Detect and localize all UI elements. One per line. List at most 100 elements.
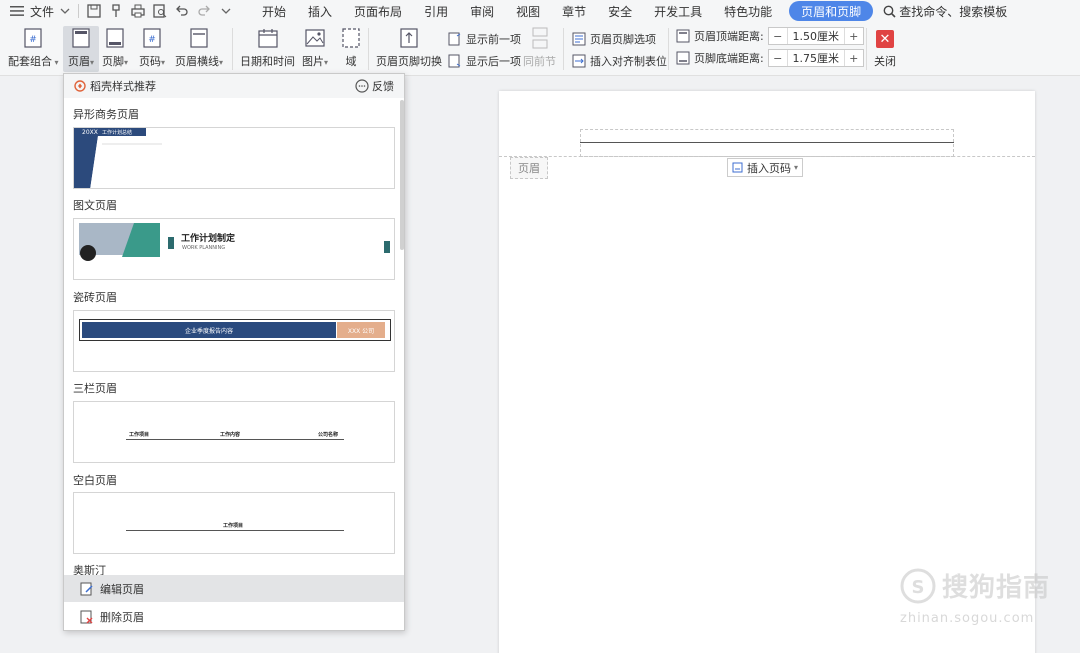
header-footer-options-button[interactable]: 页眉页脚选项 bbox=[572, 31, 656, 47]
show-previous-label: 显示前一项 bbox=[466, 33, 521, 46]
format-painter-icon[interactable] bbox=[108, 3, 124, 19]
field-icon bbox=[340, 26, 362, 50]
print-preview-icon[interactable] bbox=[152, 3, 168, 19]
header-line-icon bbox=[188, 26, 210, 50]
header-distance-icon bbox=[676, 29, 690, 43]
increase-button[interactable]: + bbox=[845, 28, 863, 44]
tab-home[interactable]: 开始 bbox=[251, 0, 297, 22]
footer-bottom-distance-input[interactable]: 1.75厘米 bbox=[786, 50, 845, 66]
section-title: 异形商务页眉 bbox=[73, 108, 139, 121]
template-picture-text[interactable]: 工作计划制定 WORK PLANNING bbox=[73, 218, 395, 280]
template-three-column[interactable]: 工作项目 工作内容 公司名称 bbox=[73, 401, 395, 463]
picture-label: 图片 bbox=[302, 55, 324, 68]
header-top-distance-spinner: − 1.50厘米 + bbox=[767, 27, 864, 45]
header-top-distance-input[interactable]: 1.50厘米 bbox=[786, 28, 845, 44]
close-icon: ✕ bbox=[876, 30, 894, 48]
page-number-icon: # bbox=[141, 26, 163, 50]
increase-button[interactable]: + bbox=[845, 50, 863, 66]
same-as-previous-button[interactable]: 同前节 bbox=[523, 26, 556, 69]
chevron-down-icon bbox=[60, 8, 70, 14]
separator bbox=[668, 28, 669, 70]
tab-page-layout[interactable]: 页面布局 bbox=[343, 0, 413, 22]
tab-special[interactable]: 特色功能 bbox=[713, 0, 783, 22]
switch-header-footer-button[interactable]: 页眉页脚切换 bbox=[376, 26, 442, 69]
feedback-button[interactable]: 反馈 bbox=[355, 78, 394, 94]
customize-quick-access-icon[interactable] bbox=[218, 3, 234, 19]
decrease-button[interactable]: − bbox=[769, 28, 787, 44]
template-tile-bar: 企业季度报告内容 bbox=[82, 322, 336, 338]
date-time-label: 日期和时间 bbox=[240, 55, 295, 68]
menu-bar: 文件 开始 插入 页面布局 引用 审阅 视图 章节 安全 开发工具 特色功能 页… bbox=[0, 0, 1080, 22]
date-time-button[interactable]: 日期和时间 bbox=[240, 26, 295, 69]
template-picture-text-subtitle: WORK PLANNING bbox=[182, 245, 226, 251]
field-button[interactable]: 域 bbox=[340, 26, 362, 69]
separator bbox=[368, 28, 369, 70]
header-line bbox=[580, 142, 954, 143]
header-line-button[interactable]: 页眉横线▾ bbox=[175, 26, 223, 69]
section-title: 瓷砖页眉 bbox=[73, 291, 117, 304]
watermark: S 搜狗指南 bbox=[900, 567, 1050, 604]
redo-icon[interactable] bbox=[196, 3, 212, 19]
hamburger-icon bbox=[10, 6, 24, 16]
template-column-2: 工作内容 bbox=[220, 432, 241, 438]
undo-icon[interactable] bbox=[174, 3, 190, 19]
template-tile[interactable]: 企业季度报告内容 XXX 公司 bbox=[73, 310, 395, 372]
page-number-button[interactable]: # 页码▾ bbox=[139, 26, 165, 69]
header-footer-options-label: 页眉页脚选项 bbox=[590, 33, 656, 46]
switch-label: 页眉页脚切换 bbox=[376, 55, 442, 68]
template-blank[interactable]: 工作项目 bbox=[73, 492, 395, 554]
combo-button[interactable]: # 配套组合 ▾ bbox=[8, 26, 59, 69]
tab-review[interactable]: 审阅 bbox=[459, 0, 505, 22]
docer-logo-icon bbox=[74, 80, 86, 92]
header-button[interactable]: 页眉▾ bbox=[63, 26, 99, 72]
close-header-footer-button[interactable]: ✕ 关闭 bbox=[874, 30, 896, 69]
save-icon[interactable] bbox=[86, 3, 102, 19]
file-menu[interactable]: 文件 bbox=[0, 0, 74, 22]
watermark-url: zhinan.sogou.com bbox=[900, 611, 1035, 626]
options-icon bbox=[572, 32, 586, 46]
tab-references[interactable]: 引用 bbox=[413, 0, 459, 22]
search-icon bbox=[883, 5, 896, 18]
tab-developer[interactable]: 开发工具 bbox=[643, 0, 713, 22]
delete-header-label: 删除页眉 bbox=[100, 610, 144, 624]
decrease-button[interactable]: − bbox=[769, 50, 787, 66]
sogou-logo-icon: S bbox=[900, 568, 936, 603]
align-tab-icon bbox=[572, 54, 586, 68]
footer-button[interactable]: 页脚▾ bbox=[102, 26, 128, 69]
tab-view[interactable]: 视图 bbox=[505, 0, 551, 22]
insert-page-number-button[interactable]: 插入页码 ▾ bbox=[727, 158, 803, 177]
tab-insert[interactable]: 插入 bbox=[297, 0, 343, 22]
page-number-label: 页码 bbox=[139, 55, 161, 68]
insert-align-tab-label: 插入对齐制表位 bbox=[590, 55, 667, 68]
footer-bottom-distance-spinner: − 1.75厘米 + bbox=[767, 49, 864, 67]
show-previous-button[interactable]: 显示前一项 bbox=[448, 31, 521, 47]
tab-chapter[interactable]: 章节 bbox=[551, 0, 597, 22]
edit-header-button[interactable]: 编辑页眉 bbox=[64, 575, 404, 602]
show-previous-icon bbox=[448, 32, 461, 46]
template-picture-text-title: 工作计划制定 bbox=[181, 234, 236, 244]
tab-security[interactable]: 安全 bbox=[597, 0, 643, 22]
command-search[interactable]: 查找命令、搜索模板 bbox=[879, 0, 1011, 22]
print-icon[interactable] bbox=[130, 3, 146, 19]
delete-header-button[interactable]: 删除页眉 bbox=[64, 603, 404, 630]
feedback-label: 反馈 bbox=[372, 80, 394, 93]
footer-distance-icon bbox=[676, 51, 690, 65]
tab-header-footer[interactable]: 页眉和页脚 bbox=[789, 1, 874, 21]
watermark-text: 搜狗指南 bbox=[942, 573, 1051, 603]
scrollbar[interactable] bbox=[400, 100, 404, 250]
show-next-button[interactable]: 显示后一项 bbox=[448, 53, 521, 69]
svg-text:S: S bbox=[912, 577, 925, 598]
header-icon bbox=[70, 26, 92, 50]
same-as-previous-label: 同前节 bbox=[523, 55, 556, 68]
delete-icon bbox=[80, 610, 93, 623]
same-as-previous-icon bbox=[529, 26, 551, 50]
header-top-distance: 页眉顶端距离: − 1.50厘米 + bbox=[676, 27, 864, 45]
picture-button[interactable]: 图片▾ bbox=[302, 26, 328, 69]
template-business[interactable]: 20XX 工作计划总结 bbox=[73, 127, 395, 189]
feedback-icon bbox=[355, 79, 369, 93]
file-menu-label: 文件 bbox=[30, 4, 55, 19]
insert-align-tab-button[interactable]: 插入对齐制表位 bbox=[572, 53, 667, 69]
header-edit-area[interactable] bbox=[580, 129, 954, 157]
section-title: 三栏页眉 bbox=[73, 382, 117, 395]
footer-bottom-distance-label: 页脚底端距离: bbox=[694, 52, 764, 65]
